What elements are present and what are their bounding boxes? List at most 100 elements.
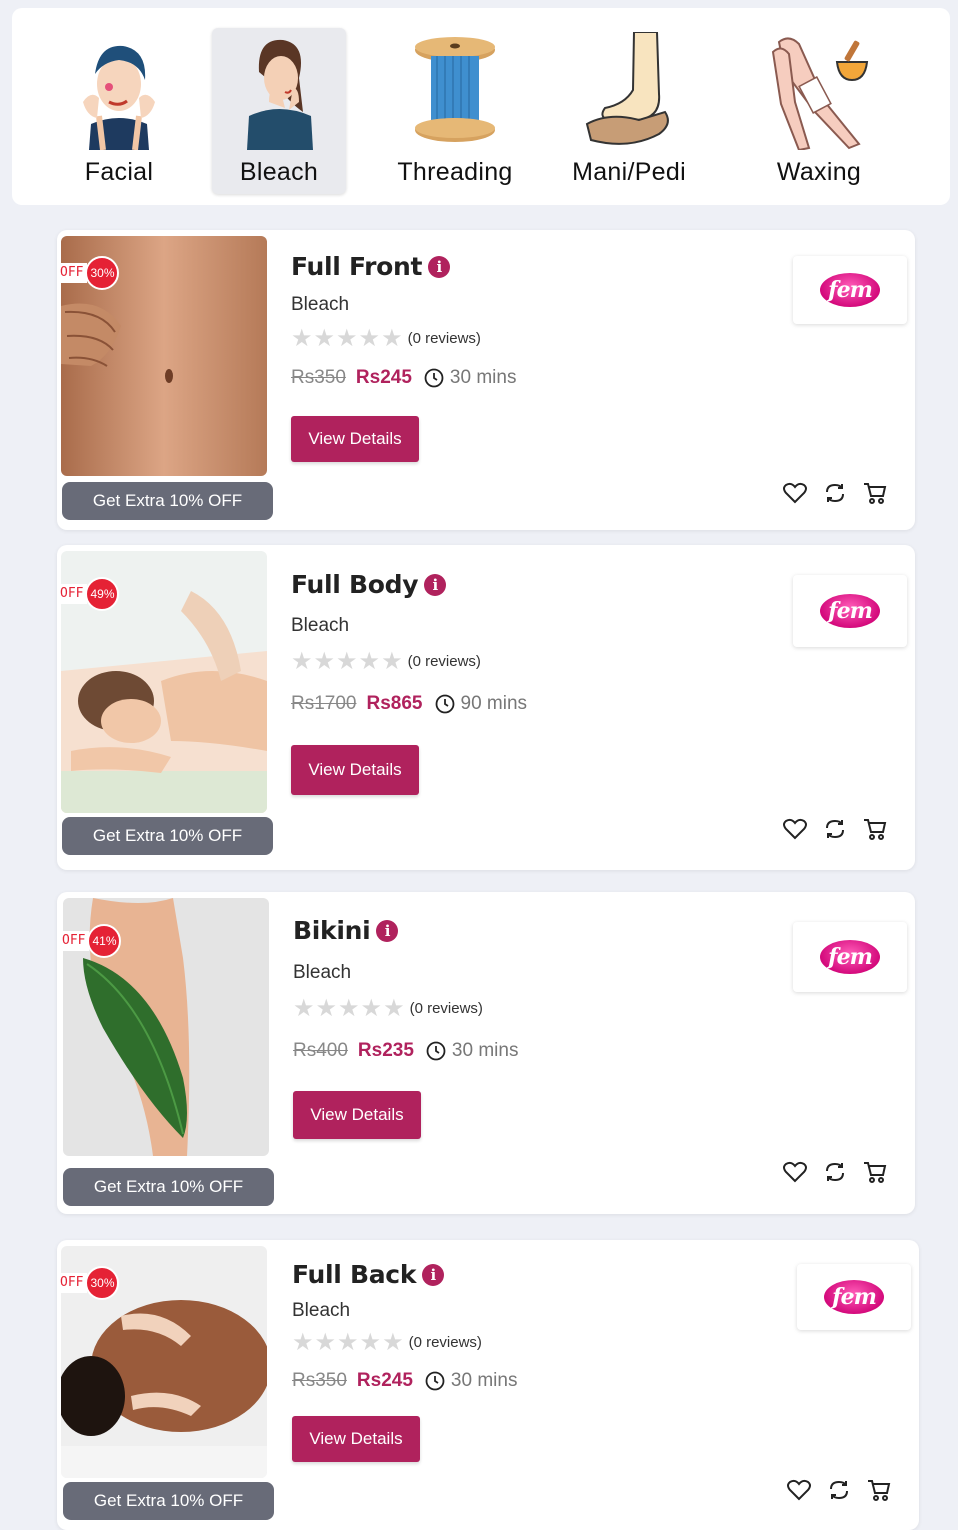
info-icon[interactable]: i (422, 1263, 445, 1286)
product-category: Bleach (291, 615, 350, 636)
category-mani-pedi[interactable]: Mani/Pedi (562, 28, 696, 194)
compare-icon[interactable] (822, 1159, 848, 1185)
price-row: Rs350 Rs245 30 mins (292, 1370, 517, 1392)
card-actions (782, 480, 888, 506)
category-label: Facial (84, 158, 154, 186)
star-icon: ★ (381, 648, 403, 675)
clock-icon (435, 694, 454, 714)
product-title: Full Body i (291, 570, 447, 599)
product-title-text: Full Front (291, 252, 423, 281)
extra-offer-badge[interactable]: Get Extra 10% OFF (63, 1482, 274, 1520)
old-price: Rs350 (292, 1370, 347, 1391)
cart-icon[interactable] (862, 480, 888, 506)
card-actions (786, 1477, 892, 1503)
category-label: Mani/Pedi (572, 158, 686, 186)
fem-logo: fem (820, 940, 880, 974)
compare-icon[interactable] (822, 816, 848, 842)
off-label: OFF (57, 584, 88, 604)
star-icon: ★ (382, 1329, 404, 1356)
view-details-button[interactable]: View Details (291, 745, 419, 795)
heart-icon[interactable] (786, 1477, 812, 1503)
view-details-button[interactable]: View Details (293, 1091, 421, 1139)
heart-icon[interactable] (782, 480, 808, 506)
star-icon: ★ (313, 325, 336, 352)
info-icon[interactable]: i (376, 919, 399, 942)
product-title-text: Bikini (293, 916, 371, 945)
category-waxing[interactable]: Waxing (752, 28, 886, 194)
discount-percent: 41% (87, 924, 122, 958)
discount-badge: OFF 49% (57, 577, 120, 611)
discount-badge: OFF 30% (57, 256, 120, 290)
new-price: Rs245 (355, 367, 412, 388)
view-details-button[interactable]: View Details (292, 1416, 420, 1462)
star-icon: ★ (383, 995, 405, 1022)
product-card: OFF 30% Get Extra 10% OFF Full Front i B… (57, 230, 915, 530)
category-facial[interactable]: Facial (52, 28, 186, 194)
category-label: Bleach (239, 158, 319, 186)
extra-offer-badge[interactable]: Get Extra 10% OFF (62, 817, 273, 855)
view-details-button[interactable]: View Details (291, 416, 419, 462)
price-row: Rs400 Rs235 30 mins (293, 1040, 518, 1062)
foot-hand-icon (585, 32, 669, 145)
duration: 90 mins (460, 693, 528, 714)
product-title-text: Full Back (292, 1260, 417, 1289)
discount-badge: OFF 30% (57, 1266, 120, 1300)
star-icon: ★ (358, 325, 381, 352)
price-row: Rs1700 Rs865 90 mins (291, 693, 527, 715)
star-icon: ★ (336, 325, 358, 352)
rating-stars: ★ ★ ★ ★ ★ (0 reviews) (291, 647, 481, 676)
info-icon[interactable]: i (428, 255, 451, 278)
brand-logo-box[interactable]: fem (793, 922, 907, 992)
duration: 30 mins (449, 367, 517, 388)
discount-percent: 49% (85, 577, 120, 611)
old-price: Rs1700 (291, 693, 357, 714)
review-count[interactable]: (0 reviews) (409, 1334, 482, 1351)
star-icon: ★ (292, 1329, 314, 1356)
price-row: Rs350 Rs245 30 mins (291, 367, 516, 389)
star-icon: ★ (338, 995, 360, 1022)
compare-icon[interactable] (826, 1477, 852, 1503)
review-count[interactable]: (0 reviews) (408, 653, 481, 670)
off-label: OFF (59, 931, 90, 951)
compare-icon[interactable] (822, 480, 848, 506)
bleach-icon (247, 39, 313, 150)
duration: 30 mins (451, 1040, 519, 1061)
extra-offer-badge[interactable]: Get Extra 10% OFF (63, 1168, 274, 1206)
card-actions (782, 816, 888, 842)
heart-icon[interactable] (782, 816, 808, 842)
cart-icon[interactable] (866, 1477, 892, 1503)
product-category: Bleach (291, 294, 350, 315)
category-threading[interactable]: Threading (388, 28, 522, 194)
product-category: Bleach (292, 1300, 351, 1321)
wax-legs-icon (771, 37, 869, 150)
cart-icon[interactable] (862, 1159, 888, 1185)
star-icon: ★ (358, 648, 381, 675)
brand-logo-box[interactable]: fem (797, 1264, 911, 1330)
category-bar: Facial Bleach Threading Mani/Pedi Waxing (12, 8, 950, 205)
new-price: Rs235 (357, 1040, 414, 1061)
discount-percent: 30% (85, 1266, 120, 1300)
heart-icon[interactable] (782, 1159, 808, 1185)
info-icon[interactable]: i (424, 573, 447, 596)
fem-logo: fem (820, 273, 880, 307)
category-bleach[interactable]: Bleach (212, 28, 346, 194)
clock-icon (426, 1041, 446, 1061)
fem-logo: fem (824, 1280, 884, 1314)
product-card: OFF 30% Get Extra 10% OFF Full Back i Bl… (57, 1240, 919, 1530)
off-label: OFF (57, 1273, 88, 1293)
product-title-text: Full Body (291, 570, 419, 599)
star-icon: ★ (337, 1329, 359, 1356)
brand-logo-box[interactable]: fem (793, 575, 907, 647)
review-count[interactable]: (0 reviews) (410, 1000, 483, 1017)
brand-logo-box[interactable]: fem (793, 256, 907, 324)
star-icon: ★ (293, 995, 315, 1022)
star-icon: ★ (360, 995, 383, 1022)
star-icon: ★ (314, 1329, 337, 1356)
facial-icon (83, 45, 155, 150)
extra-offer-badge[interactable]: Get Extra 10% OFF (62, 482, 273, 520)
review-count[interactable]: (0 reviews) (408, 330, 481, 347)
star-icon: ★ (381, 325, 403, 352)
rating-stars: ★ ★ ★ ★ ★ (0 reviews) (293, 994, 483, 1023)
cart-icon[interactable] (862, 816, 888, 842)
duration: 30 mins (450, 1370, 518, 1391)
